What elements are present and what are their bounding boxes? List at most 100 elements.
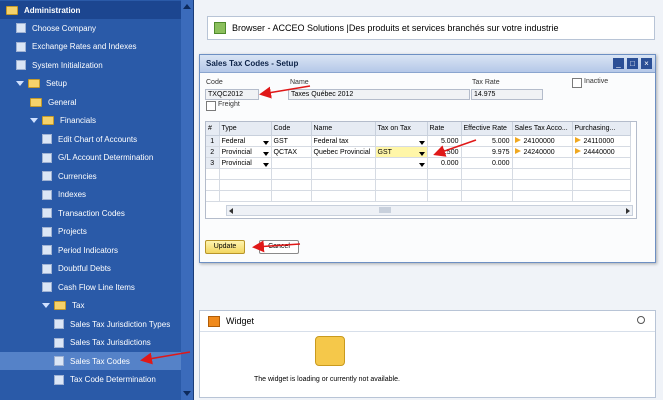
column-header[interactable]: Sales Tax Acco... (512, 122, 573, 136)
expand-arrow-icon[interactable] (16, 81, 24, 86)
table-cell[interactable]: 9.500 (427, 146, 462, 158)
menu-item[interactable]: Doubtful Debts (0, 260, 193, 278)
dropdown-arrow-icon[interactable] (418, 162, 425, 167)
menu-item[interactable]: Period Indicators (0, 241, 193, 259)
table-cell[interactable] (375, 157, 428, 169)
dropdown-arrow-icon[interactable] (418, 151, 425, 156)
freight-checkbox[interactable] (206, 101, 216, 111)
menu-item-label: Exchange Rates and Indexes (32, 42, 137, 51)
cancel-button[interactable]: Cancel (259, 240, 299, 254)
name-field[interactable]: Taxes Québec 2012 (288, 89, 470, 100)
code-field[interactable]: TXQC2012 (205, 89, 259, 100)
table-cell[interactable]: 24110000 (572, 135, 631, 147)
link-arrow-icon[interactable] (574, 137, 581, 143)
column-header[interactable]: Code (271, 122, 312, 136)
menu-item[interactable]: Indexes (0, 186, 193, 204)
table-row[interactable]: 2 Provincial QCTAX Quebec Provincial GST 9.50… (206, 146, 631, 158)
menu-item[interactable]: Currencies (0, 167, 193, 185)
table-cell[interactable]: 24440000 (572, 146, 631, 158)
menu-item[interactable]: Tax Code Determination (0, 371, 193, 389)
cell-value: Quebec Provincial (313, 148, 371, 156)
menu-item[interactable]: Financials (0, 112, 193, 130)
table-row[interactable]: 1 Federal GST Federal tax 5.000 5.000 24100000… (206, 135, 631, 147)
scroll-thumb[interactable] (379, 207, 391, 213)
expand-arrow-icon[interactable] (30, 118, 38, 123)
table-cell[interactable]: Federal (219, 135, 272, 147)
table-cell[interactable]: GST (271, 135, 312, 147)
table-cell: 2 (206, 146, 220, 158)
table-cell[interactable]: 0.000 (427, 157, 462, 169)
empty-cell (271, 190, 312, 202)
column-header[interactable]: Tax on Tax (375, 122, 428, 136)
table-cell[interactable] (271, 157, 312, 169)
scroll-down-arrow-icon[interactable] (183, 391, 191, 396)
column-header[interactable]: Name (311, 122, 376, 136)
menu-item[interactable]: Cash Flow Line Items (0, 278, 193, 296)
menu-header-administration[interactable]: Administration (0, 1, 187, 19)
table-cell[interactable] (375, 135, 428, 147)
table-cell[interactable]: Federal tax (311, 135, 376, 147)
column-header[interactable]: Type (219, 122, 272, 136)
folder-icon (28, 79, 40, 88)
table-cell[interactable]: Provincial (219, 146, 272, 158)
menu-scrollbar[interactable] (181, 0, 193, 400)
scroll-right-arrow-icon[interactable] (626, 208, 630, 214)
dropdown-arrow-icon[interactable] (262, 162, 269, 167)
cell-value: Provincial (221, 148, 252, 156)
table-cell[interactable] (311, 157, 376, 169)
menu-item[interactable]: General (0, 93, 193, 111)
empty-cell (572, 168, 631, 180)
column-header[interactable]: Purchasing... (572, 122, 631, 136)
menu-item[interactable]: Tax (0, 297, 193, 315)
menu-item[interactable]: G/L Account Determination (0, 149, 193, 167)
link-arrow-icon[interactable] (514, 137, 521, 143)
grid-horizontal-scrollbar[interactable] (226, 205, 633, 216)
expand-arrow-icon[interactable] (42, 303, 50, 308)
browser-icon (214, 22, 226, 34)
empty-cell (311, 179, 376, 191)
dropdown-arrow-icon[interactable] (418, 140, 425, 145)
table-row[interactable]: 3 Provincial 0.000 0.000 (206, 157, 631, 169)
inactive-checkbox[interactable] (572, 78, 582, 88)
puzzle-icon (315, 336, 345, 366)
scroll-left-arrow-icon[interactable] (229, 208, 233, 214)
table-cell[interactable]: 24240000 (512, 146, 573, 158)
table-cell[interactable] (512, 157, 573, 169)
table-cell[interactable]: Provincial (219, 157, 272, 169)
menu-item[interactable]: Edit Chart of Accounts (0, 130, 193, 148)
dialog-title-bar[interactable]: Sales Tax Codes - Setup (200, 55, 655, 73)
table-cell[interactable]: GST (375, 146, 428, 158)
table-cell[interactable]: Quebec Provincial (311, 146, 376, 158)
link-arrow-icon[interactable] (574, 148, 581, 154)
pin-icon[interactable] (637, 316, 645, 324)
cell-value: 24240000 (523, 149, 555, 156)
menu-item[interactable]: Exchange Rates and Indexes (0, 38, 193, 56)
table-cell[interactable]: 5.000 (461, 135, 513, 147)
link-arrow-icon[interactable] (514, 148, 521, 154)
menu-item[interactable]: Projects (0, 223, 193, 241)
table-cell[interactable]: 24100000 (512, 135, 573, 147)
menu-item[interactable]: System Initialization (0, 56, 193, 74)
table-cell[interactable]: 5.000 (427, 135, 462, 147)
menu-item[interactable]: Sales Tax Jurisdiction Types (0, 315, 193, 333)
menu-item[interactable]: Sales Tax Jurisdictions (0, 334, 193, 352)
update-button[interactable]: Update (205, 240, 245, 254)
column-header[interactable]: # (206, 122, 220, 136)
table-cell[interactable] (572, 157, 631, 169)
table-cell[interactable]: 0.000 (461, 157, 513, 169)
menu-item[interactable]: Setup (0, 75, 193, 93)
column-header[interactable]: Rate (427, 122, 462, 136)
browser-title-bar[interactable]: Browser - ACCEO Solutions |Des produits … (207, 16, 655, 40)
dropdown-arrow-icon[interactable] (262, 151, 269, 156)
menu-item[interactable]: Sales Tax Codes (0, 352, 193, 370)
close-icon[interactable]: × (641, 58, 652, 69)
minimize-icon[interactable]: _ (613, 58, 624, 69)
menu-item[interactable]: Transaction Codes (0, 204, 193, 222)
dropdown-arrow-icon[interactable] (262, 140, 269, 145)
scroll-up-arrow-icon[interactable] (183, 4, 191, 9)
table-cell[interactable]: 9.975 (461, 146, 513, 158)
menu-item[interactable]: Choose Company (0, 19, 193, 37)
maximize-icon[interactable]: □ (627, 58, 638, 69)
table-cell[interactable]: QCTAX (271, 146, 312, 158)
column-header[interactable]: Effective Rate (461, 122, 513, 136)
